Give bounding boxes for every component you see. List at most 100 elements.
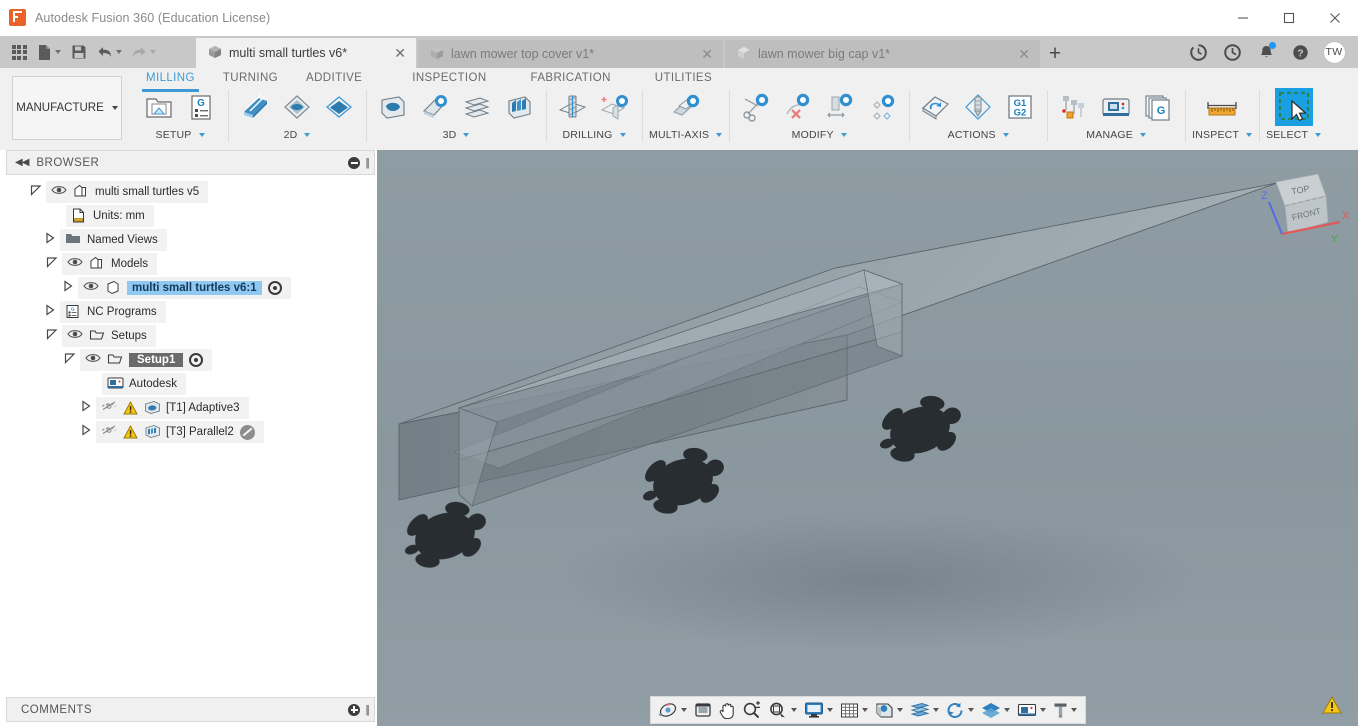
ribbon-tab-utilities[interactable]: UTILITIES xyxy=(625,68,726,88)
close-tab-icon[interactable]: ✕ xyxy=(384,46,406,60)
document-tab[interactable]: lawn mower big cap v1* ✕ xyxy=(725,40,1040,68)
eye-icon[interactable] xyxy=(67,328,83,344)
help-icon[interactable]: ? xyxy=(1284,37,1316,67)
tool-library-icon[interactable] xyxy=(1054,86,1094,128)
viewports-icon[interactable] xyxy=(872,697,895,723)
zoom-icon[interactable] xyxy=(739,697,765,723)
close-button[interactable] xyxy=(1312,0,1358,36)
ribbon-group-label[interactable]: 2D xyxy=(284,129,311,141)
add-comment-icon[interactable] xyxy=(348,704,360,716)
document-tab[interactable]: multi small turtles v6* ✕ xyxy=(196,38,416,68)
orbit-icon[interactable] xyxy=(655,697,679,723)
face-icon[interactable] xyxy=(235,86,275,128)
2d-adaptive-icon[interactable] xyxy=(277,86,317,128)
appearance-icon[interactable] xyxy=(978,697,1002,723)
stock-visibility-icon[interactable] xyxy=(907,697,931,723)
machine-library-icon[interactable] xyxy=(1096,86,1136,128)
chevron-down-icon[interactable] xyxy=(862,708,868,712)
expander-collapsed-icon[interactable] xyxy=(44,304,60,320)
tree-row[interactable]: Autodesk xyxy=(6,372,375,396)
new-document-tab-button[interactable]: + xyxy=(1040,38,1070,68)
tree-row[interactable]: Named Views xyxy=(6,228,375,252)
trim-icon[interactable] xyxy=(736,86,776,128)
tree-item-chip[interactable]: multi small turtles v5 xyxy=(46,181,208,203)
tree-item-chip[interactable]: Setups xyxy=(62,325,156,347)
tool-display-icon[interactable] xyxy=(1050,697,1069,723)
horizontal-icon[interactable] xyxy=(457,86,497,128)
ribbon-group-label[interactable]: SELECT xyxy=(1266,129,1321,141)
bore-icon[interactable] xyxy=(595,86,635,128)
post-library-icon[interactable]: G xyxy=(1138,86,1178,128)
measure-icon[interactable] xyxy=(1202,86,1242,128)
tree-row[interactable]: Setup1 xyxy=(6,348,375,372)
close-tab-icon[interactable]: ✕ xyxy=(1008,47,1030,61)
eye-off-icon[interactable] xyxy=(101,400,117,416)
post-process-icon[interactable]: G1 G2 xyxy=(1000,86,1040,128)
tree-row[interactable]: Models xyxy=(6,252,375,276)
app-grid-icon[interactable] xyxy=(7,39,31,65)
look-at-icon[interactable] xyxy=(691,697,715,723)
chevron-down-icon[interactable] xyxy=(968,708,974,712)
machine-simulation-icon[interactable] xyxy=(958,86,998,128)
tree-item-chip[interactable]: [T3] Parallel2 xyxy=(96,421,264,443)
chevron-down-icon[interactable] xyxy=(1071,708,1077,712)
tree-item-chip[interactable]: Named Views xyxy=(60,229,167,251)
document-tab[interactable]: lawn mower top cover v1* ✕ xyxy=(418,40,723,68)
tree-item-chip[interactable]: G NC Programs xyxy=(60,301,166,323)
tree-row[interactable]: [T3] Parallel2 xyxy=(6,420,375,444)
zoom-window-icon[interactable] xyxy=(765,697,789,723)
expander-collapsed-icon[interactable] xyxy=(44,232,60,248)
minimize-button[interactable] xyxy=(1220,0,1266,36)
tree-item-chip[interactable]: Models xyxy=(62,253,157,275)
ribbon-group-label[interactable]: ACTIONS xyxy=(948,129,1009,141)
chevron-down-icon[interactable] xyxy=(827,708,833,712)
2d-pocket-icon[interactable] xyxy=(319,86,359,128)
ribbon-group-label[interactable]: SETUP xyxy=(155,129,204,141)
ribbon-group-label[interactable]: MULTI-AXIS xyxy=(649,129,722,141)
recent-icon[interactable] xyxy=(1216,37,1248,67)
new-setup-icon[interactable] xyxy=(139,86,179,128)
collapse-all-icon[interactable] xyxy=(348,157,360,169)
panel-grip-icon[interactable]: ||| xyxy=(365,157,368,169)
chevron-down-icon[interactable] xyxy=(897,708,903,712)
eye-icon[interactable] xyxy=(51,184,67,200)
activate-component-icon[interactable] xyxy=(268,281,282,295)
redo-icon[interactable] xyxy=(127,39,159,65)
activate-setup-icon[interactable] xyxy=(189,353,203,367)
chevron-down-icon[interactable] xyxy=(1004,708,1010,712)
swarf-icon[interactable] xyxy=(666,86,706,128)
ribbon-group-label[interactable]: 3D xyxy=(443,129,470,141)
view-cube[interactable]: TOP FRONT X Z Y xyxy=(1252,162,1348,248)
adaptive-clearing-icon[interactable] xyxy=(373,86,413,128)
ribbon-tab-inspection[interactable]: INSPECTION xyxy=(376,68,500,88)
tree-item-chip[interactable]: [T1] Adaptive3 xyxy=(96,397,249,419)
3d-viewport[interactable]: TOP FRONT X Z Y xyxy=(377,150,1358,726)
expander-expanded-icon[interactable] xyxy=(46,328,62,344)
workspace-switcher[interactable]: MANUFACTURE xyxy=(12,76,122,140)
ribbon-group-label[interactable]: INSPECT xyxy=(1192,129,1252,141)
expander-collapsed-icon[interactable] xyxy=(80,400,96,416)
tree-row[interactable]: Setups xyxy=(6,324,375,348)
expander-collapsed-icon[interactable] xyxy=(80,424,96,440)
job-status-icon[interactable] xyxy=(1182,37,1214,67)
expander-expanded-icon[interactable] xyxy=(64,352,80,368)
drill-icon[interactable] xyxy=(553,86,593,128)
eye-icon[interactable] xyxy=(83,280,99,296)
simulate-icon[interactable] xyxy=(916,86,956,128)
expander-expanded-icon[interactable] xyxy=(46,256,62,272)
machine-display-icon[interactable] xyxy=(1014,697,1038,723)
ribbon-tab-additive[interactable]: ADDITIVE xyxy=(292,68,376,88)
panel-grip-icon[interactable]: ||| xyxy=(365,704,368,716)
tree-item-chip-selected[interactable]: multi small turtles v6:1 xyxy=(78,277,291,299)
undo-icon[interactable] xyxy=(93,39,125,65)
align-icon[interactable] xyxy=(862,86,902,128)
save-icon[interactable] xyxy=(67,39,91,65)
ribbon-group-label[interactable]: DRILLING xyxy=(562,129,625,141)
tree-item-chip[interactable]: Units: mm xyxy=(66,205,154,227)
pocket-clearing-icon[interactable] xyxy=(415,86,455,128)
suppressed-icon[interactable] xyxy=(240,425,255,440)
extend-icon[interactable] xyxy=(820,86,860,128)
maximize-button[interactable] xyxy=(1266,0,1312,36)
eye-icon[interactable] xyxy=(85,352,101,368)
select-cursor-icon[interactable] xyxy=(1275,88,1313,126)
